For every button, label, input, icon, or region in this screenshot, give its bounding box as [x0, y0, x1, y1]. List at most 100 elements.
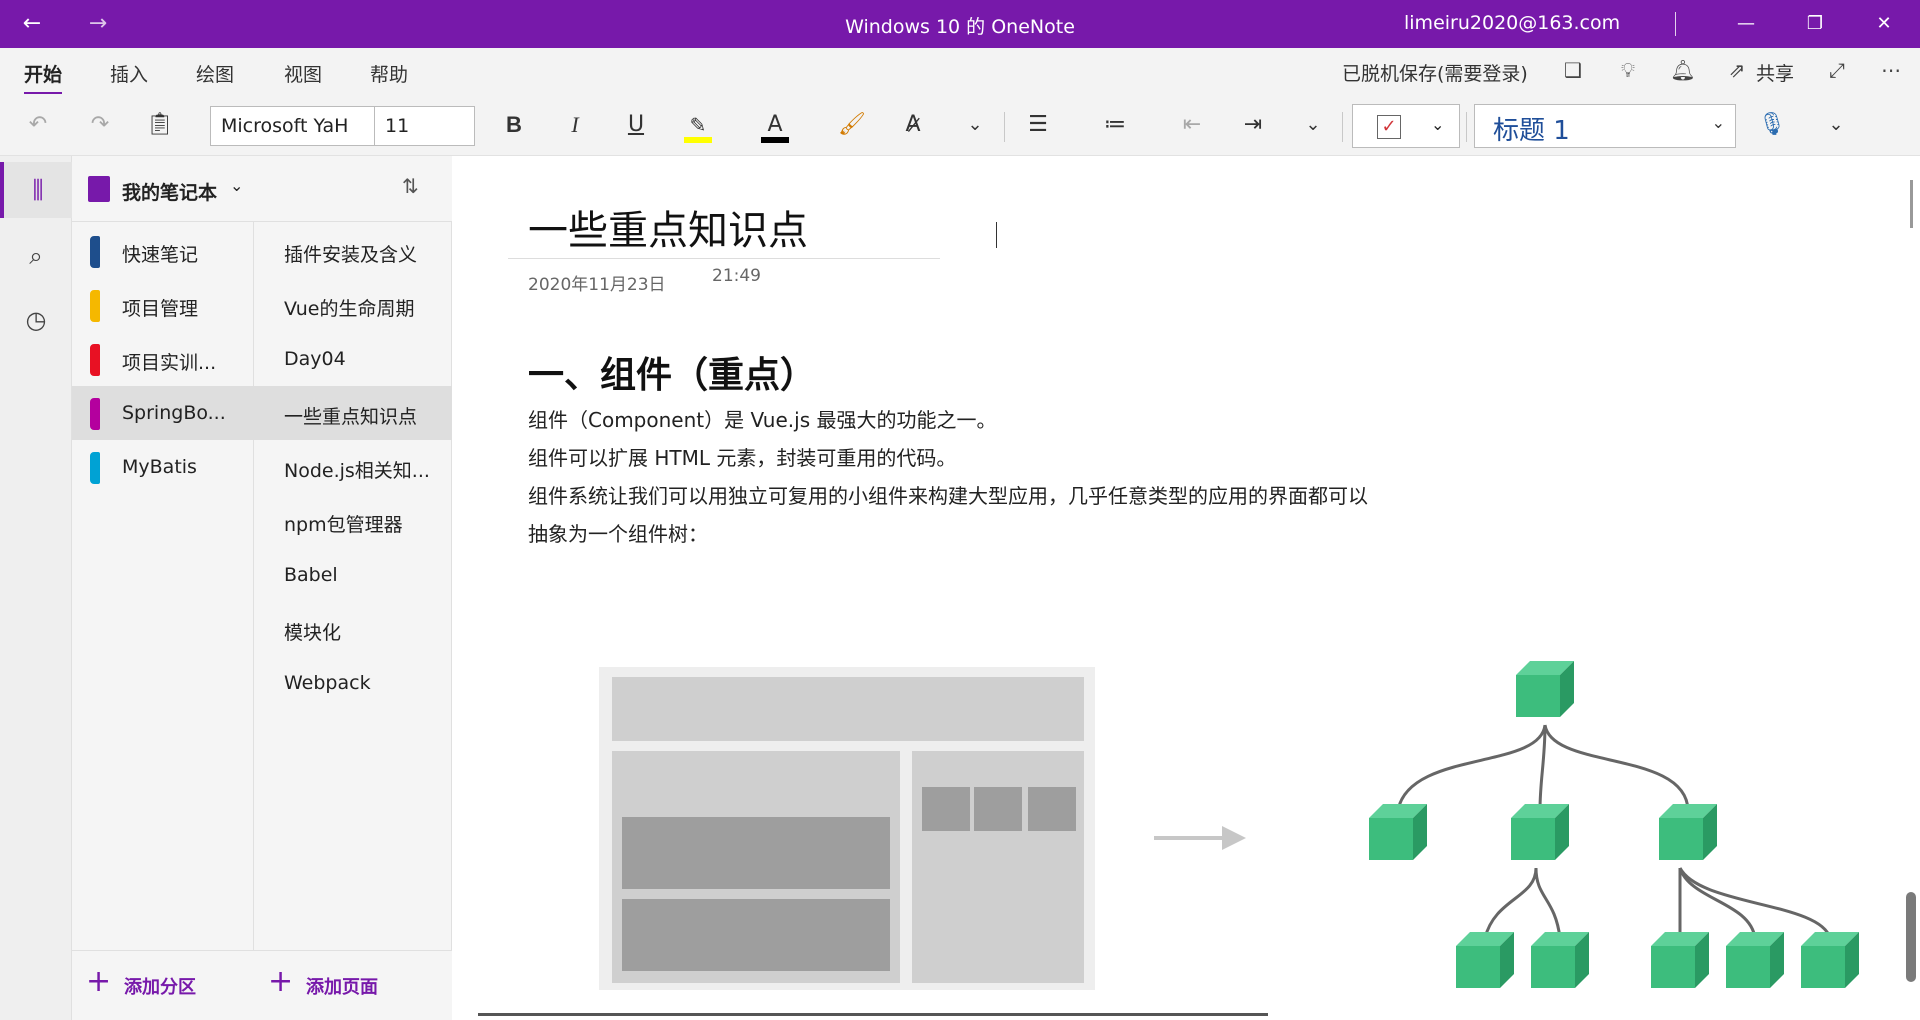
style-label: 标题 1 [1493, 116, 1570, 146]
page-item[interactable]: 模块化 [254, 602, 452, 656]
section-heading[interactable]: 一、组件（重点） [528, 346, 816, 398]
page-item[interactable]: Node.js相关知... [254, 440, 452, 494]
bold-icon[interactable]: B [494, 106, 534, 144]
chevron-down-icon: ⌄ [1711, 113, 1725, 132]
bullet-list-icon[interactable]: ☰ [1018, 106, 1058, 144]
toolbar: ↶ ↷ 📋︎ Microsoft YaH 11 B I U ✎ A 🖌︎ A̷ … [0, 94, 1920, 156]
toolbar-separator [1004, 112, 1005, 142]
page-time: 21:49 [712, 266, 761, 286]
tab-insert[interactable]: 插入 [110, 60, 148, 87]
paragraph[interactable]: 组件可以扩展 HTML 元素，封装可重用的代码。 [528, 442, 956, 471]
page-title[interactable]: 一些重点知识点 [528, 198, 808, 256]
tab-help[interactable]: 帮助 [370, 60, 408, 87]
tree-edges [1396, 724, 1832, 939]
page-item[interactable]: 插件安装及含义 [254, 224, 452, 278]
format-painter-icon[interactable]: 🖌︎ [832, 106, 872, 144]
paragraph[interactable]: 组件（Component）是 Vue.js 最强大的功能之一。 [528, 404, 996, 433]
lightbulb-icon[interactable]: 💡︎ [1613, 58, 1643, 86]
numbered-list-icon[interactable]: ≔ [1095, 106, 1135, 144]
dictate-microphone-icon[interactable]: 🎙︎ [1752, 106, 1792, 144]
chevron-down-icon[interactable]: ⌄ [1816, 106, 1856, 144]
title-bar: ← → Windows 10 的 OneNote limeiru2020@163… [0, 0, 1920, 48]
close-icon[interactable]: ✕ [1861, 8, 1907, 40]
style-dropdown[interactable]: 标题 1 ⌄ [1474, 104, 1736, 148]
underline-icon[interactable]: U [616, 106, 656, 144]
tree-node-cube [1651, 932, 1709, 988]
add-page-button[interactable]: + 添加页面 [254, 950, 452, 1020]
tree-nodes [1369, 661, 1859, 988]
chevron-down-icon[interactable]: ⌄ [955, 106, 995, 144]
section-color-tab [90, 236, 100, 268]
page-label: 插件安装及含义 [284, 244, 418, 266]
notebooks-icon[interactable]: ⫼ [0, 162, 72, 218]
chevron-down-icon: ⌄ [1431, 115, 1445, 134]
search-icon[interactable]: ⌕ [0, 228, 72, 284]
section-item[interactable]: 项目管理 [72, 278, 254, 332]
increase-indent-icon[interactable]: ⇥ [1233, 106, 1273, 144]
arrow-right-icon [1154, 826, 1246, 850]
page-item[interactable]: Vue的生命周期 [254, 278, 452, 332]
italic-icon[interactable]: I [555, 106, 595, 144]
add-page-label: 添加页面 [306, 977, 378, 998]
page-label: npm包管理器 [284, 514, 403, 536]
page-view-icon[interactable]: ❑ [1558, 58, 1588, 86]
page-item[interactable]: npm包管理器 [254, 494, 452, 548]
section-item[interactable]: 快速笔记 [72, 224, 254, 278]
add-section-button[interactable]: + 添加分区 [72, 950, 254, 1020]
restore-icon[interactable]: ❐ [1792, 8, 1838, 40]
window-title: Windows 10 的 OneNote [845, 16, 1075, 38]
more-icon[interactable]: ⋯ [1876, 58, 1906, 86]
scrollbar-top[interactable] [1910, 180, 1913, 228]
tree-node-cube [1369, 804, 1427, 860]
minimize-icon[interactable]: — [1723, 8, 1769, 40]
left-rail: ⫼ ⌕ ◷ [0, 156, 72, 1020]
account-name[interactable]: limeiru2020@163.com [1404, 12, 1620, 34]
paragraph[interactable]: 抽象为一个组件树： [528, 518, 708, 547]
fullscreen-icon[interactable]: ⤢ [1822, 58, 1852, 86]
notebook-header[interactable]: 我的笔记本 ⌄ ⇅ [72, 156, 452, 222]
tree-node-cube [1726, 932, 1784, 988]
page-item[interactable]: Webpack [254, 656, 452, 710]
notebook-name: 我的笔记本 [122, 182, 218, 204]
font-color-icon[interactable]: A [755, 106, 795, 144]
checkbox-icon: ✓ [1377, 115, 1401, 139]
component-tree-image[interactable] [590, 630, 1870, 1020]
page-item[interactable]: Day04 [254, 332, 452, 386]
page-label: Vue的生命周期 [284, 298, 415, 320]
share-icon[interactable]: ⇗ [1722, 58, 1752, 86]
section-item[interactable]: MyBatis [72, 440, 254, 494]
tab-draw[interactable]: 绘图 [196, 60, 234, 87]
sort-icon[interactable]: ⇅ [402, 174, 419, 198]
paragraph[interactable]: 组件系统让我们可以用独立可复用的小组件来构建大型应用，几乎任意类型的应用的界面都… [528, 480, 1368, 509]
section-item[interactable]: 项目实训... [72, 332, 254, 386]
undo-icon[interactable]: ↶ [18, 106, 58, 144]
font-name-field[interactable]: Microsoft YaH [210, 106, 375, 146]
chevron-down-icon[interactable]: ⌄ [1293, 106, 1333, 144]
section-color-tab [90, 398, 100, 430]
clear-format-icon[interactable]: A̷ [893, 106, 933, 144]
section-item-active[interactable]: SpringBo... [72, 386, 254, 440]
tree-node-cube [1531, 932, 1589, 988]
plus-icon: + [86, 964, 112, 999]
decrease-indent-icon[interactable]: ⇤ [1172, 106, 1212, 144]
redo-icon[interactable]: ↷ [80, 106, 120, 144]
share-button[interactable]: 共享 [1756, 59, 1794, 86]
sync-status[interactable]: 已脱机保存(需要登录) [1342, 59, 1528, 86]
tab-view[interactable]: 视图 [284, 60, 322, 87]
highlight-icon[interactable]: ✎ [678, 106, 718, 144]
bell-icon[interactable]: 🔔︎ [1668, 58, 1698, 86]
page-label: 一些重点知识点 [284, 406, 418, 428]
page-date: 2020年11月23日 [528, 275, 666, 295]
toolbar-separator [1342, 112, 1343, 142]
tree-node-cube [1659, 804, 1717, 860]
chevron-down-icon: ⌄ [230, 176, 244, 195]
page-item-active[interactable]: 一些重点知识点 [254, 386, 452, 440]
page-item[interactable]: Babel [254, 548, 452, 602]
tab-home[interactable]: 开始 [24, 60, 63, 95]
clipboard-icon[interactable]: 📋︎ [140, 106, 180, 144]
recent-clock-icon[interactable]: ◷ [0, 292, 72, 348]
todo-tag-dropdown[interactable]: ✓ ⌄ [1352, 104, 1460, 148]
font-size-field[interactable]: 11 [374, 106, 475, 146]
scrollbar-thumb[interactable] [1906, 892, 1916, 982]
tree-node-cube [1511, 804, 1569, 860]
